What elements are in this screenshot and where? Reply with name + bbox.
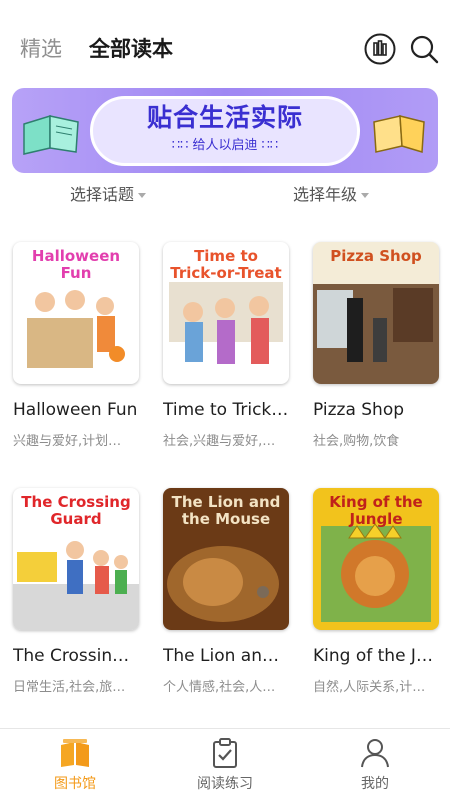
book-tags: 个人情感,社会,人…	[163, 680, 276, 695]
nav-label: 我的	[361, 776, 389, 792]
book-title: Halloween Fun	[13, 400, 138, 420]
book-tags: 日常生活,社会,旅…	[13, 680, 126, 695]
bottom-nav: 图书馆 阅读练习 我的	[0, 728, 450, 800]
book-tags: 自然,人际关系,计…	[313, 680, 426, 695]
book-tags: 社会,购物,饮食	[313, 434, 400, 449]
book-title: Time to Trick…	[163, 400, 289, 420]
search-icon[interactable]	[408, 33, 440, 65]
topic-filter[interactable]: 选择话题	[70, 183, 147, 207]
book-tags: 兴趣与爱好,计划…	[13, 434, 122, 449]
book-cover[interactable]: King of the Jungle	[313, 488, 439, 630]
nav-reading-practice[interactable]: 阅读练习	[150, 729, 300, 800]
cover-title: The Crossing Guard	[21, 493, 131, 528]
banner-headline: 贴合生活实际	[146, 103, 303, 132]
caret-down-icon	[361, 193, 370, 198]
book-title: King of the J…	[313, 646, 433, 666]
person-icon	[361, 739, 389, 768]
topic-filter-label: 选择话题	[70, 185, 135, 204]
nav-library[interactable]: 图书馆	[0, 729, 150, 800]
book-cover[interactable]: The Crossing Guard	[13, 488, 139, 630]
bookshelf-stats-icon[interactable]	[364, 33, 396, 65]
nav-mine[interactable]: 我的	[300, 729, 450, 800]
caret-down-icon	[138, 193, 147, 198]
book-title: The Crossing…	[13, 646, 139, 666]
book-cover[interactable]: Pizza Shop	[313, 242, 439, 384]
grade-filter-label: 选择年级	[293, 185, 358, 204]
book-title: The Lion and …	[163, 646, 289, 666]
book-cover[interactable]: The Lion and the Mouse	[163, 488, 289, 630]
book-title: Pizza Shop	[313, 400, 405, 420]
cover-title: Halloween Fun	[31, 247, 121, 282]
grade-filter[interactable]: 选择年级	[293, 183, 370, 207]
book-cover[interactable]: Halloween Fun	[13, 242, 139, 384]
promo-banner[interactable]: 贴合生活实际 ∷∷ 给人以启迪 ∷∷	[12, 88, 438, 173]
book-cover[interactable]: Time to Trick-or-Treat	[163, 242, 289, 384]
nav-label: 图书馆	[54, 776, 96, 792]
nav-label: 阅读练习	[197, 776, 253, 792]
tab-featured[interactable]: 精选	[20, 34, 62, 64]
cover-title: King of the Jungle	[329, 493, 423, 528]
top-header: 精选 全部读本	[0, 0, 450, 100]
cover-title: Time to Trick-or-Treat	[170, 247, 282, 282]
tab-all-readers[interactable]: 全部读本	[89, 34, 173, 64]
clipboard-check-icon	[213, 738, 237, 768]
book-tags: 社会,兴趣与爱好,…	[163, 434, 276, 449]
banner-subline: ∷∷ 给人以启迪 ∷∷	[171, 138, 279, 153]
cover-title: Pizza Shop	[330, 247, 422, 265]
books-icon	[61, 739, 89, 767]
cover-title: The Lion and the Mouse	[171, 493, 281, 528]
